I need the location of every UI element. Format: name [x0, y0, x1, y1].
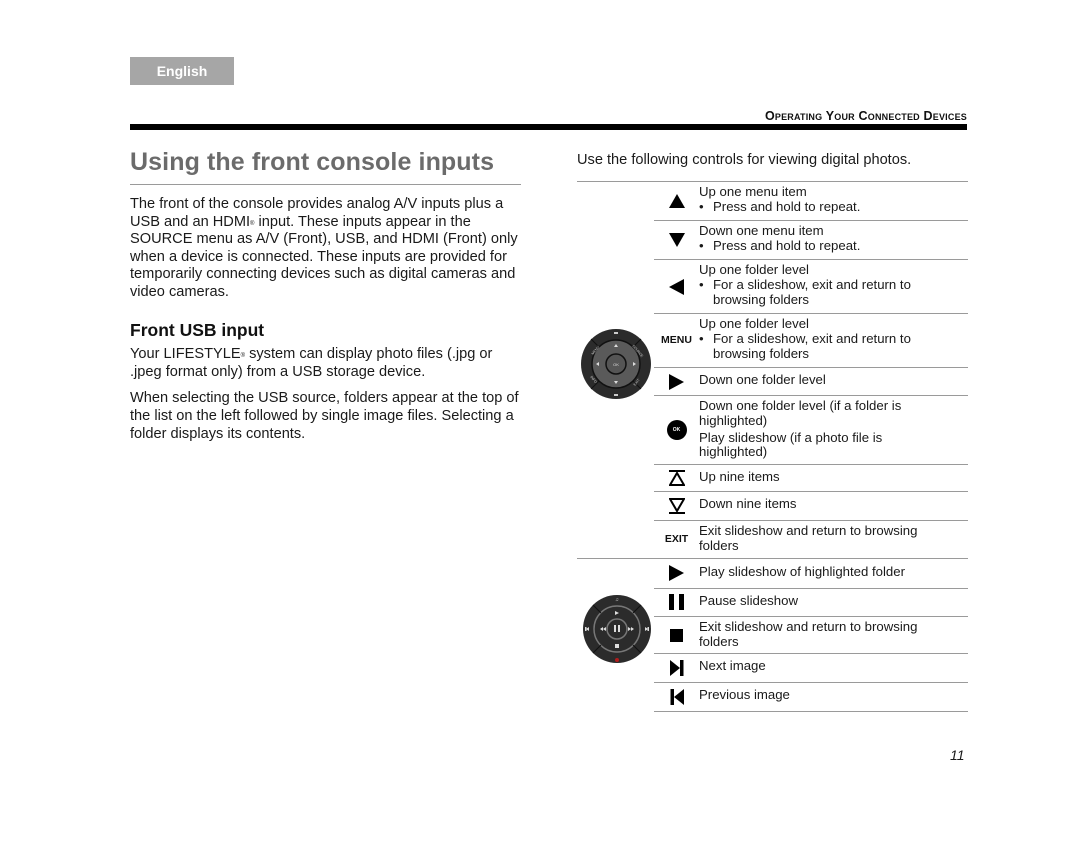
up-arrow-icon [668, 194, 685, 208]
control-row: Up one menu item • Press and hold to repe… [654, 182, 968, 221]
language-tab[interactable]: English [130, 57, 234, 85]
control-label: Play slideshow of highlighted folder [699, 563, 905, 579]
control-label: Down one folder level [699, 372, 826, 387]
control-label: Up nine items [699, 469, 780, 485]
control-row: Next image [654, 654, 968, 684]
control-row: Down one menu item • Press and hold to re… [654, 221, 968, 260]
control-label: Up one menu item [699, 184, 807, 199]
registered-mark: ® [250, 220, 255, 227]
control-note: For a slideshow, exit and return to brow… [713, 276, 911, 307]
usb-paragraph-2: When selecting the USB source, folders a… [130, 390, 519, 442]
usb-heading: Front USB input [130, 319, 265, 340]
usb-text-a: Your LIFESTYLE [130, 346, 241, 363]
control-row: OK Down one folder level (if a folder is… [654, 396, 968, 466]
control-label: Previous image [699, 687, 790, 703]
control-label: Down nine items [699, 496, 797, 512]
control-label: Pause slideshow [699, 592, 798, 608]
menu-button-icon: MENU [661, 334, 692, 346]
control-label: Down one menu item [699, 223, 824, 238]
control-label: Exit slideshow and return to browsing fo… [699, 618, 918, 649]
navigation-controls: Up one menu item • Press and hold to repe… [654, 182, 968, 522]
next-image-icon [669, 660, 683, 677]
page-number: 11 [950, 747, 965, 763]
control-row: Pause slideshow [654, 589, 968, 617]
control-note: Press and hold to repeat. [713, 198, 861, 214]
exit-button-icon: EXIT [664, 533, 689, 546]
control-label: Next image [699, 658, 766, 674]
control-label: Exit slideshow and return to browsing fo… [699, 523, 918, 553]
section-header: Operating Your Connected Devices [764, 109, 967, 123]
title-divider [130, 184, 521, 185]
control-label: Down one folder level (if a folder is hi… [699, 398, 902, 428]
controls-table: Up one menu item • Press and hold to repe… [577, 181, 968, 713]
registered-mark: ® [240, 353, 246, 360]
left-column: The front of the console provides analog… [130, 196, 525, 443]
control-note: For a slideshow, exit and return to brow… [713, 330, 911, 361]
usb-paragraph-1: Your LIFESTYLE® system can display photo… [130, 346, 525, 381]
control-row: MENU Up one folder level • For a slidesho… [654, 314, 968, 368]
control-label: Up one folder level [699, 316, 809, 331]
control-row: Down nine items [654, 492, 968, 522]
control-row: Up nine items [654, 465, 968, 493]
controls-intro: Use the following controls for viewing d… [577, 152, 912, 168]
control-row: EXIT Exit slideshow and return to browsi… [577, 521, 968, 559]
control-row: Up one folder level • For a slideshow, ex… [654, 260, 968, 314]
right-arrow-icon [669, 373, 684, 390]
control-label-secondary: Play slideshow (if a photo file is highl… [699, 429, 883, 460]
control-row: Exit slideshow and return to browsing fo… [654, 617, 968, 655]
down-arrow-icon [668, 233, 685, 247]
stop-icon [670, 628, 683, 642]
left-arrow-icon [669, 278, 684, 295]
page-down-icon [668, 498, 685, 515]
page-up-icon [668, 470, 685, 487]
ok-button-icon: OK [666, 420, 687, 441]
control-row: Play slideshow of highlighted folder [654, 559, 968, 589]
control-label: Up one folder level [699, 262, 809, 277]
play-icon [669, 565, 684, 582]
pause-icon [669, 594, 684, 611]
control-row: Down one folder level [654, 368, 968, 396]
page-title: Using the front console inputs [130, 148, 495, 176]
intro-paragraph: The front of the console provides analog… [130, 196, 525, 302]
control-note: Press and hold to repeat. [713, 237, 861, 253]
playback-controls: Play slideshow of highlighted folder Pau… [654, 559, 968, 713]
top-rule [130, 124, 967, 130]
previous-image-icon [670, 689, 684, 706]
control-row: Previous image [654, 683, 968, 713]
